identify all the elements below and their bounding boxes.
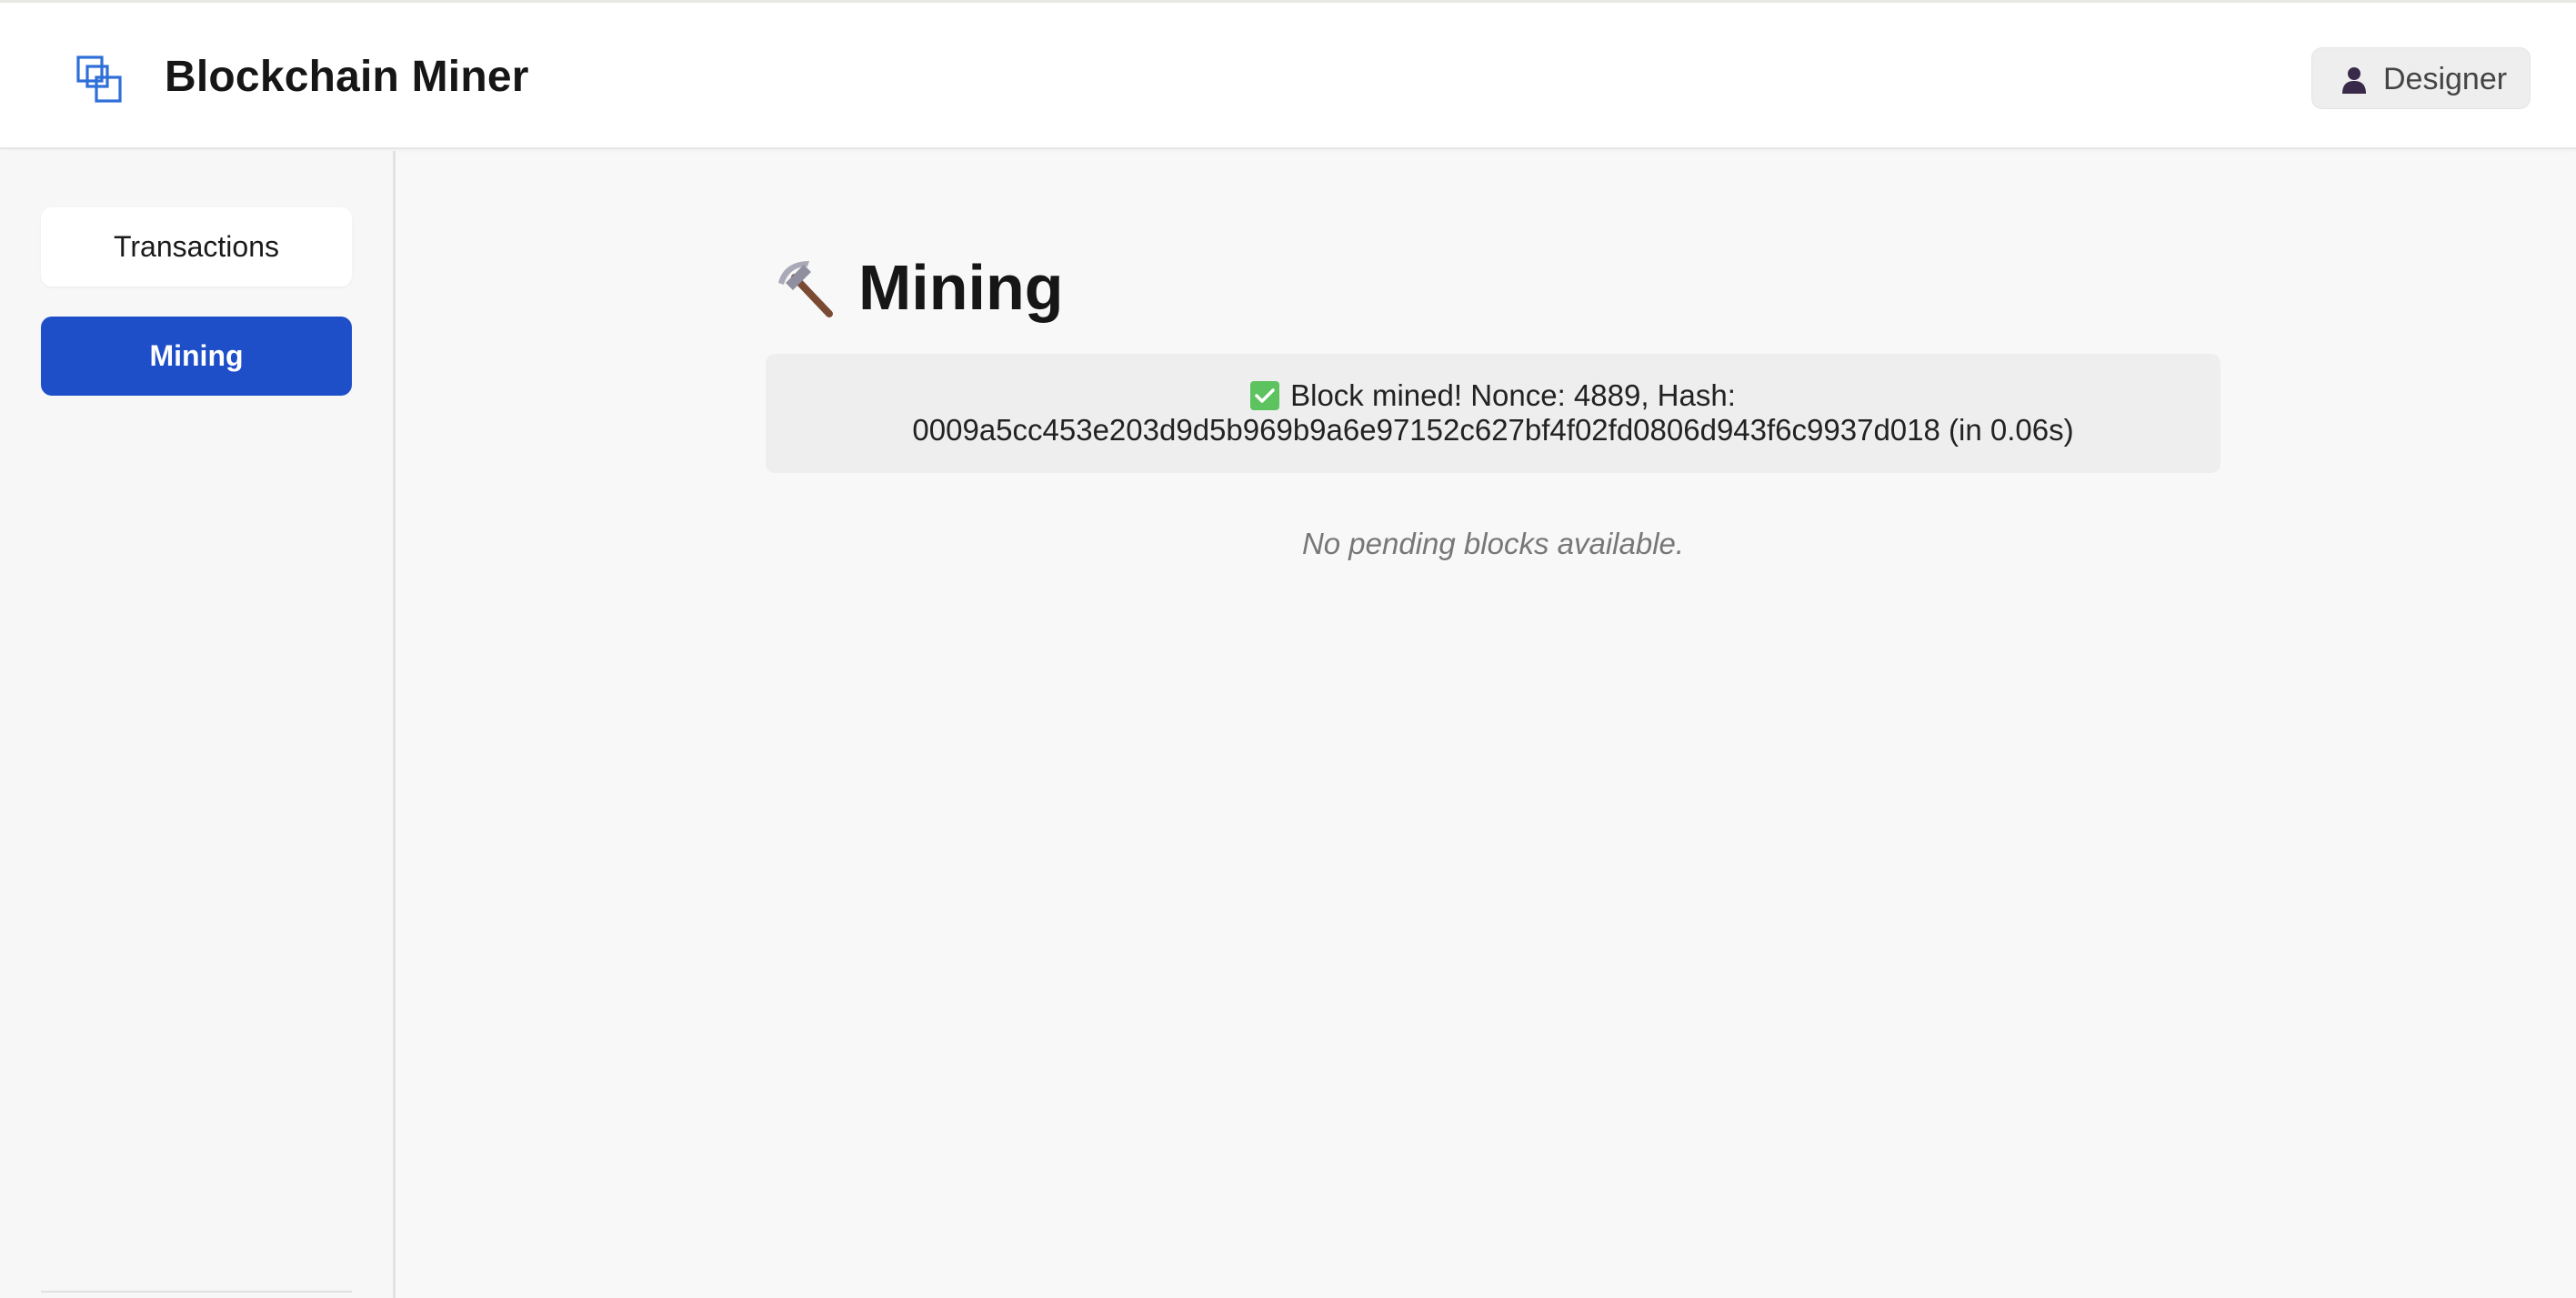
page-title: Mining bbox=[858, 252, 1064, 323]
sidebar-item-mining[interactable]: Mining bbox=[41, 317, 352, 396]
pick-icon bbox=[778, 261, 833, 317]
main-content: Mining Block mined! Nonce: 4889, Hash: 0… bbox=[398, 151, 2576, 1298]
check-icon bbox=[1250, 381, 1280, 410]
app-title: Blockchain Miner bbox=[165, 53, 529, 101]
sidebar-item-transactions[interactable]: Transactions bbox=[41, 207, 352, 287]
stacked-squares-icon bbox=[76, 55, 122, 103]
status-message: Block mined! Nonce: 4889, Hash: 0009a5cc… bbox=[766, 354, 2220, 473]
sidebar-divider bbox=[41, 1291, 352, 1293]
user-menu-button[interactable]: Designer bbox=[2311, 47, 2531, 109]
person-icon bbox=[2342, 67, 2366, 94]
user-label: Designer bbox=[2383, 62, 2508, 96]
app-header: Blockchain Miner Designer bbox=[0, 3, 2576, 149]
sidebar: Transactions Mining bbox=[0, 151, 396, 1298]
page-heading: Mining bbox=[773, 247, 1063, 328]
status-line-1: Block mined! Nonce: 4889, Hash: bbox=[1290, 378, 1736, 412]
empty-state-message: No pending blocks available. bbox=[1301, 527, 1685, 560]
status-line-2: 0009a5cc453e203d9d5b969b9a6e97152c627bf4… bbox=[912, 413, 2074, 447]
